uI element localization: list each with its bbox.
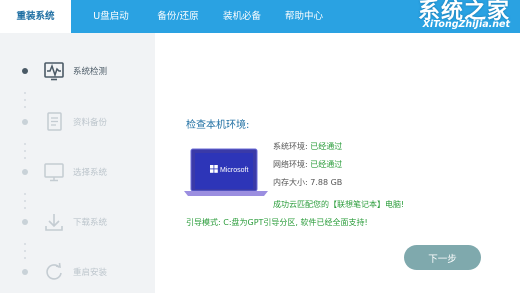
step-restart-install: 重启安装: [0, 255, 155, 291]
top-nav-bar: 重装系统 U盘启动 备份/还原 装机必备 帮助中心 系统之家 XiTongZhi…: [0, 0, 520, 33]
restart-icon: [43, 261, 65, 283]
step-download-system: 下载系统: [0, 205, 155, 241]
status-pass: 已经通过: [310, 160, 343, 169]
waveform-monitor-icon: [43, 60, 65, 82]
nav-tab-label: 重装系统: [16, 11, 55, 22]
status-pass: 已经通过: [310, 142, 343, 151]
boot-mode-message: 引导模式: C:盘为GPT引导分区, 软件已经全面支持!: [186, 218, 368, 227]
step-connector-dot: [24, 92, 26, 94]
step-label: 下载系统: [73, 218, 108, 228]
device-match-message: 成功云匹配您的【联想笔记本】电脑!: [273, 200, 405, 209]
step-indicator-dot: [22, 68, 28, 74]
step-connector-dot: [24, 99, 26, 101]
step-system-check: 系统检测: [0, 54, 155, 90]
step-label: 重启安装: [73, 268, 108, 278]
step-connector-dot: [24, 250, 26, 252]
step-connector-dot: [24, 243, 26, 245]
step-label: 资料备份: [73, 118, 108, 128]
step-connector-dot: [24, 150, 26, 152]
nav-tab-label: U盘启动: [93, 11, 129, 22]
info-key: 系统环境:: [273, 142, 308, 151]
download-icon: [43, 211, 65, 233]
nav-tab-label: 装机必备: [222, 11, 261, 22]
step-connector-dot: [24, 143, 26, 145]
monitor-icon: [43, 161, 65, 183]
step-label: 系统检测: [73, 67, 108, 77]
info-row-system-env: 系统环境: 已经通过: [273, 141, 342, 152]
step-indicator-dot: [22, 119, 28, 125]
step-data-backup: 资料备份: [0, 105, 155, 141]
step-connector-dot: [24, 200, 26, 202]
check-environment-title: 检查本机环境:: [186, 120, 250, 131]
laptop-screen-text: Microsoft: [220, 167, 248, 174]
nav-tab-label: 帮助中心: [284, 11, 323, 22]
info-key: 内存大小:: [273, 178, 308, 187]
nav-tab-reinstall-system[interactable]: 重装系统: [0, 0, 71, 33]
brand-logo: 系统之家 XiTongZhiJia.net: [390, 0, 510, 33]
nav-tab-help-center[interactable]: 帮助中心: [268, 0, 340, 33]
nav-tab-backup-restore[interactable]: 备份/还原: [142, 0, 214, 33]
system-check-panel: 检查本机环境: Microsoft 系统环境: 已经通过 网络环境: 已经通过 …: [155, 33, 520, 293]
info-row-network-env: 网络环境: 已经通过: [273, 159, 342, 170]
steps-sidebar: 系统检测 资料备份 选择系统 下载系统 重启安装: [0, 33, 155, 293]
step-indicator-dot: [22, 219, 28, 225]
step-connector-dot: [24, 193, 26, 195]
laptop-illustration: Microsoft: [182, 145, 270, 197]
step-label: 选择系统: [73, 168, 108, 178]
document-icon: [43, 111, 65, 133]
memory-value: 7.88 GB: [310, 178, 343, 187]
next-button[interactable]: 下一步: [404, 245, 481, 270]
brand-url: XiTongZhiJia.net: [422, 19, 510, 30]
step-indicator-dot: [22, 169, 28, 175]
nav-tab-usb-boot[interactable]: U盘启动: [75, 0, 147, 33]
nav-tab-label: 备份/还原: [157, 11, 199, 22]
step-indicator-dot: [22, 269, 28, 275]
step-select-system: 选择系统: [0, 155, 155, 191]
info-key: 网络环境:: [273, 160, 308, 169]
info-row-memory: 内存大小: 7.88 GB: [273, 177, 342, 188]
